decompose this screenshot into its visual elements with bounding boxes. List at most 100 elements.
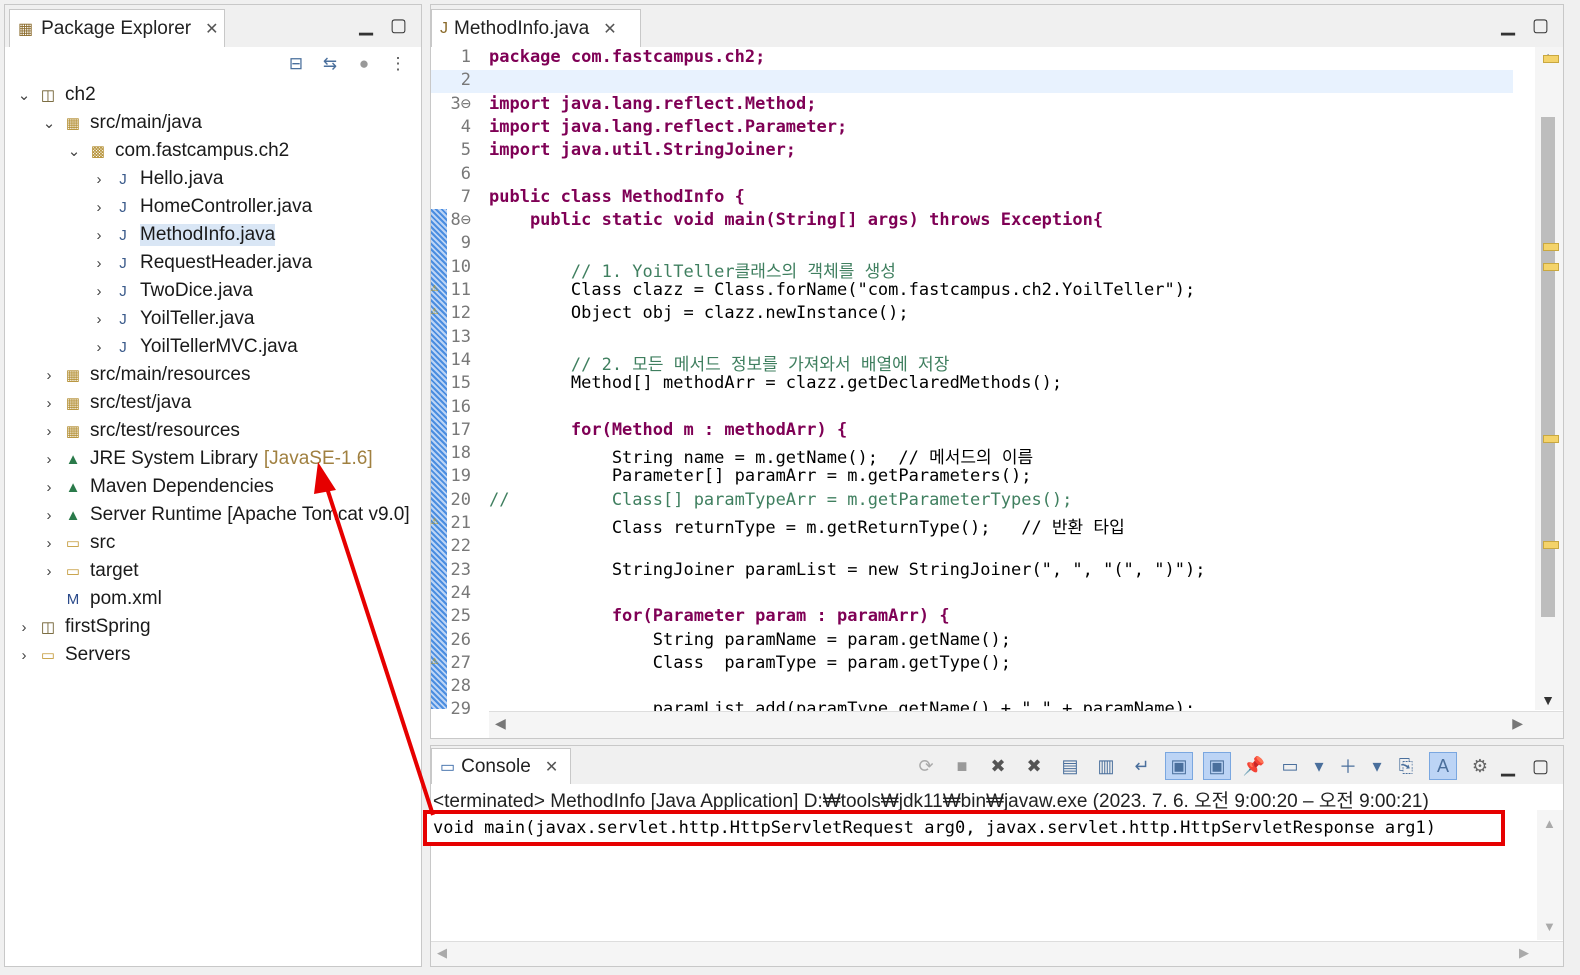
code-line[interactable]: 20 // Class[] paramTypeArr = m.getParamet… [431,490,1513,513]
code-line[interactable]: 6 [431,164,1513,187]
code-area[interactable]: 1 package com.fastcampus.ch2; 2 3⊖ import ja… [431,47,1563,719]
show-on-stderr-icon[interactable]: ▣ [1203,752,1231,780]
maximize-icon[interactable]: ▢ [390,15,407,36]
chevron-down-icon[interactable]: ⌄ [65,142,83,160]
code-line[interactable]: 13 [431,327,1513,350]
code-line[interactable]: 8⊖ public static void main(String[] args… [431,210,1513,233]
chevron-right-icon[interactable]: › [40,423,58,440]
tree-item[interactable]: ⌄ ▦ src/main/java [40,109,202,137]
code-line[interactable]: 5 import java.util.StringJoiner; [431,140,1513,163]
tree-item[interactable]: ⌄ ◫ ch2 [15,81,96,109]
chevron-down-icon[interactable]: ⌄ [40,114,58,132]
display-console-icon[interactable]: ▭ [1277,753,1303,779]
chevron-right-icon[interactable]: › [90,171,108,188]
vertical-scrollbar[interactable]: ▲ ▼ [1535,47,1563,710]
close-icon[interactable]: ✕ [205,19,218,39]
code-line[interactable]: 15 Method[] methodArr = clazz.getDeclare… [431,373,1513,396]
code-line[interactable]: 28 [431,676,1513,699]
tree-item[interactable]: › ▲ Server Runtime [Apache Tomcat v9.0] [40,501,410,529]
warning-icon[interactable]: ⚠ [431,303,447,317]
tree-item[interactable]: › J MethodInfo.java [90,221,276,249]
chevron-right-icon[interactable]: › [90,227,108,244]
scroll-right-icon[interactable]: ▶ [1519,945,1529,961]
overview-marker[interactable] [1543,243,1559,251]
overview-marker[interactable] [1543,55,1559,63]
scroll-left-icon[interactable]: ◀ [495,715,506,732]
chevron-down-icon[interactable]: ⌄ [15,86,33,104]
code-line[interactable]: 23 StringJoiner paramList = new StringJo… [431,560,1513,583]
code-line[interactable]: 27 ⚠ Class paramType = param.getType(); [431,653,1513,676]
chevron-right-icon[interactable]: › [40,563,58,580]
code-line[interactable]: 18 String name = m.getName(); // 메서드의 이름 [431,443,1513,468]
tab-package-explorer[interactable]: ▦ Package Explorer ✕ [9,9,225,47]
console-output-highlighted[interactable]: void main(javax.servlet.http.HttpServlet… [423,810,1505,846]
code-line[interactable]: 11 ⚠ Class clazz = Class.forName("com.fas… [431,280,1513,303]
tab-methodinfo-java[interactable]: J MethodInfo.java ✕ [431,9,641,47]
overview-marker[interactable] [1543,541,1559,549]
chevron-right-icon[interactable]: › [90,199,108,216]
tree-item[interactable]: › ▦ src/main/resources [40,361,251,389]
code-line[interactable]: 12 ⚠ Object obj = clazz.newInstance(); [431,303,1513,326]
maximize-icon[interactable]: ▢ [1532,756,1549,777]
chevron-right-icon[interactable]: › [90,339,108,356]
code-line[interactable]: 2 [431,70,1513,94]
console-hscroll[interactable]: ◀ ▶ [431,941,1563,966]
word-wrap-icon[interactable]: ↵ [1129,753,1155,779]
code-line[interactable]: 10 // 1. YoilTeller클래스의 객체를 생성 [431,257,1513,282]
open-console-icon[interactable]: ＋ [1335,753,1361,779]
code-line[interactable]: 9 [431,233,1513,256]
tree-item[interactable]: › ▲ Maven Dependencies [40,473,274,501]
code-line[interactable]: 26 String paramName = param.getName(); [431,630,1513,653]
tree-item[interactable]: › J YoilTeller.java [90,305,255,333]
tree-item[interactable]: › ▭ Servers [15,641,131,669]
minimize-icon[interactable]: ▁ [1501,15,1515,36]
scroll-lock-icon[interactable]: ▥ [1093,753,1119,779]
scroll-down-icon[interactable]: ▼ [1541,692,1555,708]
tree-item[interactable]: › J YoilTellerMVC.java [90,333,298,361]
code-line[interactable]: 7 public class MethodInfo { [431,187,1513,210]
pin-console-icon[interactable]: 📌 [1241,753,1267,779]
code-line[interactable]: 14 // 2. 모든 메서드 정보를 가져와서 배열에 저장 [431,350,1513,375]
code-line[interactable]: 24 [431,583,1513,606]
chevron-right-icon[interactable]: › [40,367,58,384]
tree-item[interactable]: ⌄ ▩ com.fastcampus.ch2 [65,137,290,165]
tree-item[interactable]: › ▦ src/test/java [40,389,192,417]
tree-item[interactable]: Mpom.xml [40,585,162,613]
tab-console[interactable]: ▭ Console ✕ [431,748,571,784]
scroll-right-icon[interactable]: ▶ [1512,715,1523,732]
close-icon[interactable]: ✕ [545,757,558,777]
terminate-icon[interactable]: ■ [949,753,975,779]
code-line[interactable]: 25 for(Parameter param : paramArr) { [431,606,1513,629]
link-with-editor-icon[interactable]: ⇆ [319,53,341,75]
minimize-icon[interactable]: ▁ [359,15,373,36]
scroll-up-icon[interactable]: ▲ [1543,816,1556,831]
overview-marker[interactable] [1543,435,1559,443]
remove-launch-icon[interactable]: ✖ [985,753,1011,779]
code-line[interactable]: 21 ⚠ Class returnType = m.getReturnType()… [431,513,1513,538]
tree-item[interactable]: › ▲ JRE System Library [JavaSE-1.6] [40,445,373,473]
warning-icon[interactable]: ⚠ [431,653,447,667]
code-line[interactable]: 16 [431,397,1513,420]
scroll-left-icon[interactable]: ◀ [437,945,447,961]
tree-item[interactable]: › J TwoDice.java [90,277,254,305]
chevron-right-icon[interactable]: › [40,535,58,552]
chevron-right-icon[interactable]: › [90,255,108,272]
overview-marker[interactable] [1543,263,1559,271]
code-line[interactable]: 4 import java.lang.reflect.Parameter; [431,117,1513,140]
code-line[interactable]: 1 package com.fastcampus.ch2; [431,47,1513,70]
ansi-color-icon[interactable]: A [1429,752,1457,780]
refresh-icon[interactable]: ⟳ [913,753,939,779]
chevron-right-icon[interactable]: › [90,283,108,300]
horizontal-scrollbar[interactable]: ◀ ▶ [489,711,1563,738]
tree-item[interactable]: › ▦ src/test/resources [40,417,240,445]
view-menu-icon[interactable]: ⋮ [387,53,409,75]
tree-item[interactable]: › ◫ firstSpring [15,613,151,641]
chevron-right-icon[interactable]: › [15,647,33,664]
collapse-all-icon[interactable]: ⊟ [285,53,307,75]
warning-icon[interactable]: ⚠ [431,280,447,294]
gear-icon[interactable]: ⚙ [1467,753,1493,779]
warning-icon[interactable]: ⚠ [431,513,447,527]
tree-item[interactable]: › ▭ src [40,529,116,557]
code-line[interactable]: 3⊖ import java.lang.reflect.Method; [431,94,1513,117]
dropdown-icon[interactable]: ▾ [1313,753,1325,779]
